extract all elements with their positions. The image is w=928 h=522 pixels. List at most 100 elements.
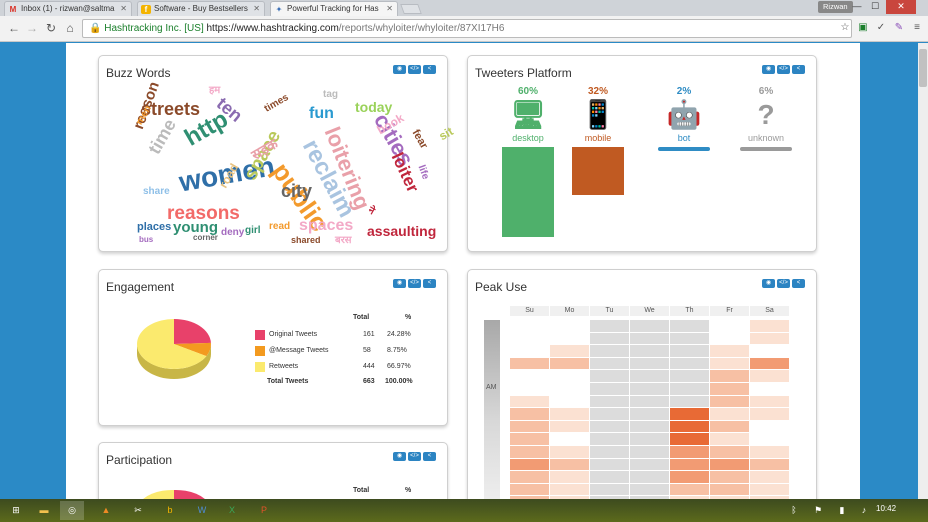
back-icon[interactable]: ← — [6, 20, 22, 36]
tab-gmail[interactable]: M Inbox (1) - rizwan@saltma ✕ — [4, 1, 132, 16]
heatmap-cell[interactable] — [750, 332, 789, 345]
heatmap-cell[interactable] — [750, 357, 789, 370]
heatmap-cell[interactable] — [670, 483, 709, 496]
heatmap-cell[interactable] — [630, 357, 669, 370]
heatmap-cell[interactable] — [670, 332, 709, 345]
buzz-word[interactable]: sit — [437, 124, 456, 143]
heatmap-cell[interactable] — [670, 471, 709, 483]
buzz-word[interactable]: assaulting — [367, 224, 436, 238]
buzz-word[interactable]: times — [263, 92, 291, 115]
heatmap-cell[interactable] — [590, 345, 629, 357]
explorer-icon[interactable]: ▬ — [32, 501, 56, 520]
heatmap-cell[interactable] — [630, 345, 669, 357]
heatmap-cell[interactable] — [630, 458, 669, 471]
buzz-word[interactable]: सड़क — [249, 135, 281, 163]
heatmap-cell[interactable] — [590, 408, 629, 420]
heatmap-cell[interactable] — [510, 483, 549, 496]
heatmap-cell[interactable] — [550, 320, 589, 332]
reload-icon[interactable]: ↻ — [43, 20, 59, 36]
heatmap-cell[interactable] — [630, 408, 669, 420]
heatmap-cell[interactable] — [710, 408, 749, 420]
embed-code-icon[interactable]: </> — [408, 279, 421, 288]
heatmap-cell[interactable] — [510, 320, 549, 332]
heatmap-cell[interactable] — [590, 483, 629, 496]
heatmap-cell[interactable] — [750, 458, 789, 471]
heatmap-cell[interactable] — [710, 370, 749, 382]
embed-code-icon[interactable]: </> — [408, 452, 421, 461]
new-tab-button[interactable] — [400, 4, 422, 14]
buzz-word[interactable]: share — [143, 187, 170, 197]
tab-hashtracking[interactable]: ✦ Powerful Tracking for Has ✕ — [270, 1, 398, 16]
heatmap-cell[interactable] — [630, 370, 669, 382]
maximize-button[interactable]: ☐ — [866, 0, 884, 14]
window-close-button[interactable]: ✕ — [886, 0, 916, 14]
buzz-word[interactable]: हम — [209, 86, 220, 96]
heatmap-cell[interactable] — [750, 420, 789, 433]
heatmap-cell[interactable] — [710, 446, 749, 458]
clock[interactable]: 10:42 — [876, 504, 896, 513]
heatmap-cell[interactable] — [550, 383, 589, 395]
heatmap-cell[interactable] — [550, 420, 589, 433]
heatmap-cell[interactable] — [630, 483, 669, 496]
heatmap-cell[interactable] — [550, 446, 589, 458]
buzz-word[interactable]: deny — [221, 228, 244, 238]
heatmap-cell[interactable] — [710, 483, 749, 496]
heatmap-cell[interactable] — [550, 357, 589, 370]
share-icon[interactable]: < — [423, 279, 436, 288]
heatmap-cell[interactable] — [510, 370, 549, 382]
heatmap-cell[interactable] — [630, 320, 669, 332]
buzz-word[interactable]: shared — [291, 236, 321, 245]
heatmap-cell[interactable] — [590, 433, 629, 445]
tab-flipkart[interactable]: f Software - Buy Bestsellers ✕ — [137, 1, 265, 16]
view-icon[interactable]: ◉ — [393, 452, 406, 461]
heatmap-cell[interactable] — [510, 433, 549, 445]
buzz-word[interactable]: time — [144, 115, 180, 157]
heatmap-cell[interactable] — [630, 383, 669, 395]
network-icon[interactable]: ▮ — [830, 501, 854, 520]
heatmap-cell[interactable] — [710, 471, 749, 483]
scrollbar-thumb[interactable] — [919, 49, 927, 87]
address-bar[interactable]: 🔒 Hashtracking Inc. [US] https://www.has… — [82, 19, 852, 38]
buzz-word[interactable]: tag — [323, 90, 338, 100]
pie-slice[interactable] — [174, 319, 211, 344]
forward-icon[interactable]: → — [24, 20, 40, 36]
heatmap-cell[interactable] — [670, 357, 709, 370]
view-icon[interactable]: ◉ — [762, 279, 775, 288]
heatmap-cell[interactable] — [590, 332, 629, 345]
heatmap-cell[interactable] — [670, 395, 709, 408]
heatmap-cell[interactable] — [510, 420, 549, 433]
buzz-word[interactable]: girl — [245, 226, 261, 236]
heatmap-cell[interactable] — [590, 357, 629, 370]
heatmap-cell[interactable] — [550, 345, 589, 357]
heatmap-cell[interactable] — [750, 446, 789, 458]
heatmap-cell[interactable] — [710, 332, 749, 345]
heatmap-cell[interactable] — [750, 320, 789, 332]
heatmap-cell[interactable] — [550, 458, 589, 471]
heatmap-cell[interactable] — [590, 446, 629, 458]
embed-code-icon[interactable]: </> — [777, 279, 790, 288]
heatmap-cell[interactable] — [630, 420, 669, 433]
heatmap-cell[interactable] — [510, 471, 549, 483]
heatmap-cell[interactable] — [550, 408, 589, 420]
heatmap-cell[interactable] — [590, 320, 629, 332]
heatmap-cell[interactable] — [750, 471, 789, 483]
heatmap-cell[interactable] — [550, 433, 589, 445]
heatmap-cell[interactable] — [750, 345, 789, 357]
heatmap-cell[interactable] — [590, 458, 629, 471]
word-icon[interactable]: W — [190, 501, 214, 520]
heatmap-cell[interactable] — [630, 446, 669, 458]
heatmap-cell[interactable] — [710, 420, 749, 433]
buzz-word[interactable]: places — [137, 222, 171, 233]
heatmap-cell[interactable] — [710, 458, 749, 471]
heatmap-cell[interactable] — [750, 483, 789, 496]
buzz-word[interactable]: city — [281, 182, 312, 200]
powerpoint-icon[interactable]: P — [252, 501, 276, 520]
heatmap-cell[interactable] — [670, 320, 709, 332]
heatmap-cell[interactable] — [750, 433, 789, 445]
share-icon[interactable]: < — [792, 279, 805, 288]
buzz-word[interactable]: fun — [309, 106, 334, 122]
heatmap-cell[interactable] — [510, 408, 549, 420]
heatmap-cell[interactable] — [710, 357, 749, 370]
buzz-word[interactable]: today — [355, 100, 392, 114]
start-icon[interactable]: ⊞ — [4, 501, 28, 520]
